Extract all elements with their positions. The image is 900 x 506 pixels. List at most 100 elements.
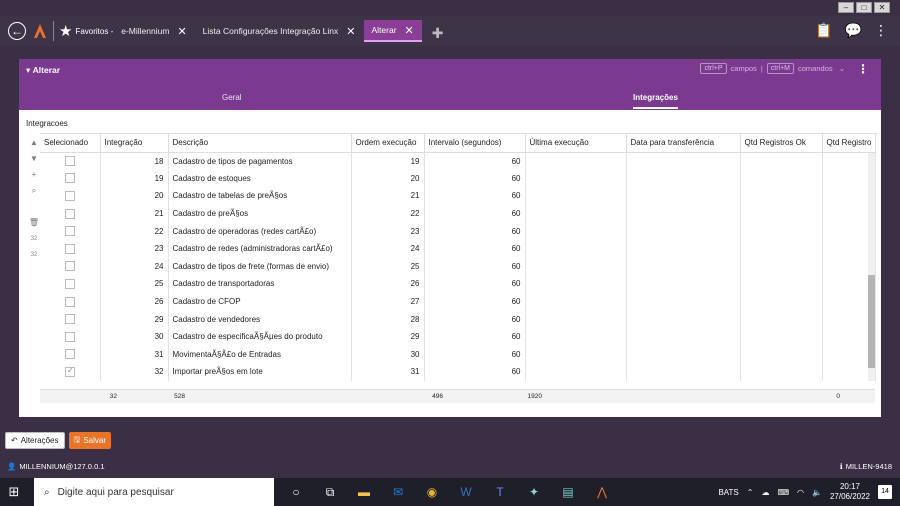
cell-integracao[interactable]: 24 — [100, 257, 169, 276]
table-row[interactable]: 18 Cadastro de tipos de pagamentos 19 60 — [40, 152, 876, 170]
cell-descricao[interactable]: Cadastro de CFOP — [168, 292, 352, 311]
table-row[interactable]: 19 Cadastro de estoques 20 60 — [40, 169, 876, 188]
task-view-icon[interactable]: ⧉ — [320, 482, 340, 502]
table-row[interactable]: 31 MovimentaÃ§Ã£o de Entradas 30 60 — [40, 345, 876, 364]
close-tab-icon[interactable]: ✕ — [346, 25, 355, 38]
delete-icon[interactable]: 🗑 — [29, 217, 39, 229]
checkbox[interactable] — [64, 156, 75, 167]
scroll-thumb[interactable] — [868, 275, 875, 368]
cell-qtd-ok[interactable] — [740, 222, 823, 240]
table-row[interactable]: 20 Cadastro de tabelas de preÃ§os 21 60 — [40, 187, 876, 205]
cortana-icon[interactable]: ○ — [286, 482, 306, 502]
col-data-transferencia[interactable]: Data para transferência — [626, 134, 741, 153]
cell-integracao[interactable]: 22 — [100, 222, 169, 240]
chevron-down-icon[interactable]: ⌄ — [837, 64, 845, 73]
close-icon[interactable]: ✕ — [874, 2, 890, 13]
tab-lista-configuracoes[interactable]: Lista Configurações Integração Linx ✕ — [195, 20, 364, 42]
cell-intervalo[interactable]: 60 — [424, 275, 526, 293]
chat-icon[interactable]: 💬 — [845, 22, 862, 39]
table-row[interactable]: 21 Cadastro de preÃ§os 22 60 — [40, 204, 876, 223]
cell-data-transferencia[interactable] — [626, 275, 741, 293]
cell-intervalo[interactable]: 60 — [424, 169, 526, 188]
selected-checkbox[interactable] — [40, 327, 101, 346]
sort-down-icon[interactable]: ▼ — [30, 153, 38, 165]
col-ultima-execucao[interactable]: Última execução — [525, 134, 627, 153]
new-tab-icon[interactable]: ✚ — [432, 25, 444, 42]
checkbox[interactable] — [64, 190, 75, 201]
cell-ordem[interactable]: 28 — [351, 310, 425, 328]
checkbox[interactable] — [64, 349, 75, 360]
cell-ultima-execucao[interactable] — [525, 310, 627, 328]
cell-intervalo[interactable]: 60 — [424, 257, 526, 276]
cell-ultima-execucao[interactable] — [525, 275, 627, 293]
cell-ordem[interactable]: 20 — [351, 169, 425, 188]
volume-icon[interactable]: 🔈 — [812, 488, 822, 497]
cell-integracao[interactable]: 23 — [100, 239, 169, 258]
cell-qtd-ok[interactable] — [740, 187, 823, 205]
cell-qtd-ok[interactable] — [740, 204, 823, 223]
notification-badge[interactable]: 14 — [878, 485, 892, 499]
cell-intervalo[interactable]: 60 — [424, 204, 526, 223]
cell-data-transferencia[interactable] — [626, 292, 741, 311]
clock[interactable]: 20:17 27/06/2022 — [830, 482, 870, 502]
cell-descricao[interactable]: Cadastro de redes (administradoras cartÃ… — [168, 239, 352, 258]
cell-descricao[interactable]: Cadastro de operadoras (redes cartÃ£o) — [168, 222, 352, 240]
cell-qtd-ok[interactable] — [740, 257, 823, 276]
panel-menu-icon[interactable]: ⋮ — [857, 62, 869, 76]
cell-ordem[interactable]: 27 — [351, 292, 425, 311]
selected-checkbox[interactable] — [40, 257, 101, 276]
cell-ultima-execucao[interactable] — [525, 239, 627, 258]
selected-checkbox[interactable] — [40, 292, 101, 311]
cell-ordem[interactable]: 21 — [351, 187, 425, 205]
col-selecionado[interactable]: Selecionado — [40, 134, 101, 153]
cell-data-transferencia[interactable] — [626, 222, 741, 240]
cell-descricao[interactable]: Cadastro de tabelas de preÃ§os — [168, 187, 352, 205]
teams-icon[interactable]: T — [490, 482, 510, 502]
cell-qtd-ok[interactable] — [740, 292, 823, 311]
chevron-up-icon[interactable]: ⌃ — [747, 488, 754, 497]
more-icon[interactable]: ⋮ — [874, 22, 888, 39]
cell-descricao[interactable]: Cadastro de preÃ§os — [168, 204, 352, 223]
cell-integracao[interactable]: 18 — [100, 152, 169, 170]
table-row[interactable]: 24 Cadastro de tipos de frete (formas de … — [40, 257, 876, 276]
checkbox[interactable] — [64, 208, 75, 219]
cell-data-transferencia[interactable] — [626, 239, 741, 258]
col-integracao[interactable]: Integração — [100, 134, 169, 153]
changes-button[interactable]: ↶ Alterações — [5, 432, 65, 449]
cell-qtd-ok[interactable] — [740, 345, 823, 364]
selected-checkbox[interactable] — [40, 345, 101, 364]
selected-checkbox[interactable] — [40, 169, 101, 188]
selected-checkbox[interactable] — [40, 187, 101, 205]
cell-qtd-ok[interactable] — [740, 152, 823, 170]
table-row[interactable]: 29 Cadastro de vendedores 28 60 — [40, 310, 876, 328]
cell-ultima-execucao[interactable] — [525, 327, 627, 346]
cell-ultima-execucao[interactable] — [525, 204, 627, 223]
table-row[interactable]: 22 Cadastro de operadoras (redes cartÃ£o)… — [40, 222, 876, 240]
cell-integracao[interactable]: 20 — [100, 187, 169, 205]
col-ordem[interactable]: Ordem execução — [351, 134, 425, 153]
cell-integracao[interactable]: 26 — [100, 292, 169, 311]
cell-ultima-execucao[interactable] — [525, 169, 627, 188]
cell-data-transferencia[interactable] — [626, 187, 741, 205]
cell-ultima-execucao[interactable] — [525, 222, 627, 240]
search-icon[interactable]: ⌕ — [32, 185, 36, 197]
cell-intervalo[interactable]: 60 — [424, 363, 526, 381]
cell-qtd-ok[interactable] — [740, 169, 823, 188]
selected-checkbox[interactable] — [40, 204, 101, 223]
cell-descricao[interactable]: Cadastro de vendedores — [168, 310, 352, 328]
checkbox[interactable] — [64, 243, 75, 254]
cell-integracao[interactable]: 19 — [100, 169, 169, 188]
cell-ultima-execucao[interactable] — [525, 292, 627, 311]
col-qtd-ok[interactable]: Qtd Registros Ok — [740, 134, 823, 153]
cell-integracao[interactable]: 32 — [100, 363, 169, 381]
cell-integracao[interactable]: 30 — [100, 327, 169, 346]
cell-data-transferencia[interactable] — [626, 363, 741, 381]
cell-descricao[interactable]: Cadastro de tipos de pagamentos — [168, 152, 352, 170]
cell-ultima-execucao[interactable] — [525, 345, 627, 364]
table-row[interactable]: 25 Cadastro de transportadoras 26 60 — [40, 275, 876, 293]
cell-data-transferencia[interactable] — [626, 257, 741, 276]
cell-ordem[interactable]: 31 — [351, 363, 425, 381]
sort-up-icon[interactable]: ▲ — [30, 137, 38, 149]
cell-intervalo[interactable]: 60 — [424, 345, 526, 364]
cell-data-transferencia[interactable] — [626, 310, 741, 328]
